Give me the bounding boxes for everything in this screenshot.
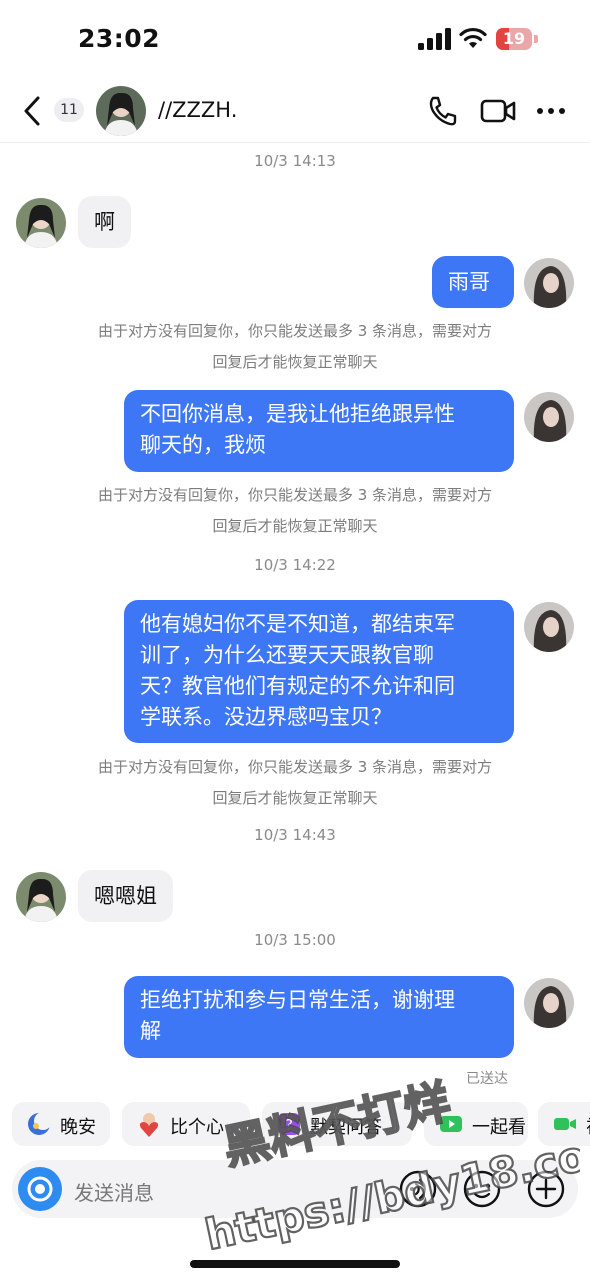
message-text: 聊天的，我烦 bbox=[140, 433, 266, 457]
contact-avatar[interactable] bbox=[96, 86, 146, 136]
incoming-message[interactable]: 啊 bbox=[78, 196, 131, 248]
home-indicator bbox=[190, 1260, 400, 1268]
camera-button[interactable] bbox=[18, 1167, 62, 1211]
delivery-status: 已送达 bbox=[466, 1071, 508, 1087]
incoming-message[interactable]: 嗯嗯姐 bbox=[78, 870, 173, 922]
more-options-icon[interactable] bbox=[536, 96, 566, 126]
timestamp: 10/3 14:13 bbox=[254, 152, 336, 170]
chip-label: 比个心 bbox=[170, 1117, 224, 1138]
cellular-signal-icon bbox=[418, 28, 451, 50]
contact-avatar[interactable] bbox=[16, 872, 66, 922]
notice-line: 回复后才能恢复正常聊天 bbox=[212, 789, 378, 807]
phone-call-icon[interactable] bbox=[426, 94, 458, 128]
message-text: 天？教官他们有规定的不允许和同 bbox=[140, 674, 455, 698]
send-limit-notice: 由于对方没有回复你，你只能发送最多 3 条消息，需要对方 回复后才能恢复正常聊天 bbox=[60, 480, 530, 542]
outgoing-message[interactable]: 雨哥 bbox=[432, 256, 514, 308]
chip-label: 视 bbox=[586, 1113, 590, 1139]
message-text: 解 bbox=[140, 1019, 161, 1043]
send-limit-notice: 由于对方没有回复你，你只能发送最多 3 条消息，需要对方 回复后才能恢复正常聊天 bbox=[60, 316, 530, 378]
chat-header: 11 //ZZZH. bbox=[0, 80, 590, 143]
contact-name[interactable]: //ZZZH. bbox=[158, 98, 237, 122]
timestamp: 10/3 14:43 bbox=[254, 826, 336, 844]
outgoing-message[interactable]: 拒绝打扰和参与日常生活，谢谢理 解 bbox=[124, 976, 514, 1058]
back-chevron-icon[interactable] bbox=[18, 94, 48, 128]
notice-line: 由于对方没有回复你，你只能发送最多 3 条消息，需要对方 bbox=[97, 322, 493, 340]
notice-line: 回复后才能恢复正常聊天 bbox=[212, 353, 378, 371]
outgoing-message[interactable]: 不回你消息，是我让他拒绝跟异性 聊天的，我烦 bbox=[124, 390, 514, 472]
outgoing-message[interactable]: 他有媳妇你不是不知道，都结束军 训了，为什么还要天天跟教官聊 天？教官他们有规定… bbox=[124, 600, 514, 743]
timestamp: 10/3 14:22 bbox=[254, 556, 336, 574]
message-input[interactable]: 发送消息 bbox=[74, 1177, 154, 1206]
svg-text:?: ? bbox=[285, 1116, 293, 1134]
send-limit-notice: 由于对方没有回复你，你只能发送最多 3 条消息，需要对方 回复后才能恢复正常聊天 bbox=[60, 752, 530, 814]
quick-reply-chip[interactable]: 视 bbox=[538, 1102, 590, 1146]
notice-line: 由于对方没有回复你，你只能发送最多 3 条消息，需要对方 bbox=[97, 486, 493, 504]
camera-icon bbox=[27, 1176, 53, 1202]
status-time: 23:02 bbox=[78, 24, 161, 53]
watermark: 黑料不打烊 https://bdy18.co bbox=[200, 1073, 580, 1250]
quick-reply-chip[interactable]: 晚安 bbox=[12, 1102, 110, 1146]
wifi-icon bbox=[459, 27, 487, 48]
message-text: 他有媳妇你不是不知道，都结束军 bbox=[140, 612, 455, 636]
voice-input-icon[interactable] bbox=[398, 1169, 438, 1209]
video-icon bbox=[554, 1118, 576, 1130]
contact-avatar[interactable] bbox=[16, 198, 66, 248]
quick-reply-chip[interactable]: ? 默契问答 bbox=[262, 1102, 412, 1146]
chip-label: 默契问答 bbox=[310, 1117, 382, 1138]
my-avatar[interactable] bbox=[524, 978, 574, 1028]
battery-icon: 19 bbox=[496, 28, 540, 50]
message-text: 拒绝打扰和参与日常生活，谢谢理 bbox=[140, 988, 455, 1012]
plus-icon[interactable] bbox=[526, 1169, 566, 1209]
my-avatar[interactable] bbox=[524, 392, 574, 442]
status-bar: 23:02 19 bbox=[0, 0, 590, 80]
my-avatar[interactable] bbox=[524, 602, 574, 652]
my-avatar[interactable] bbox=[524, 258, 574, 308]
notice-line: 回复后才能恢复正常聊天 bbox=[212, 517, 378, 535]
chip-label: 晚安 bbox=[60, 1117, 96, 1138]
message-text: 雨哥 bbox=[448, 270, 490, 294]
emoji-icon[interactable] bbox=[462, 1169, 502, 1209]
quiz-icon: ? bbox=[278, 1113, 300, 1135]
message-text: 学联系。没边界感吗宝贝？ bbox=[140, 705, 392, 729]
timestamp: 10/3 15:00 bbox=[254, 931, 336, 949]
watch-together-icon bbox=[440, 1116, 462, 1132]
moon-icon bbox=[28, 1112, 52, 1135]
battery-level: 19 bbox=[502, 29, 526, 48]
video-call-icon[interactable] bbox=[480, 96, 516, 126]
notice-line: 由于对方没有回复你，你只能发送最多 3 条消息，需要对方 bbox=[97, 758, 493, 776]
quick-reply-bar: 晚安 比个心 ? 默契问答 一起看 视 bbox=[0, 1098, 590, 1150]
quick-reply-chip[interactable]: 比个心 bbox=[122, 1102, 250, 1146]
message-composer: 发送消息 bbox=[12, 1160, 578, 1218]
unread-count-badge[interactable]: 11 bbox=[54, 98, 84, 122]
message-text: 训了，为什么还要天天跟教官聊 bbox=[140, 643, 434, 667]
quick-reply-chip[interactable]: 一起看 bbox=[424, 1102, 528, 1146]
message-text: 不回你消息，是我让他拒绝跟异性 bbox=[140, 402, 455, 426]
chip-label: 一起看 bbox=[472, 1117, 526, 1138]
heart-hand-icon bbox=[139, 1113, 159, 1137]
